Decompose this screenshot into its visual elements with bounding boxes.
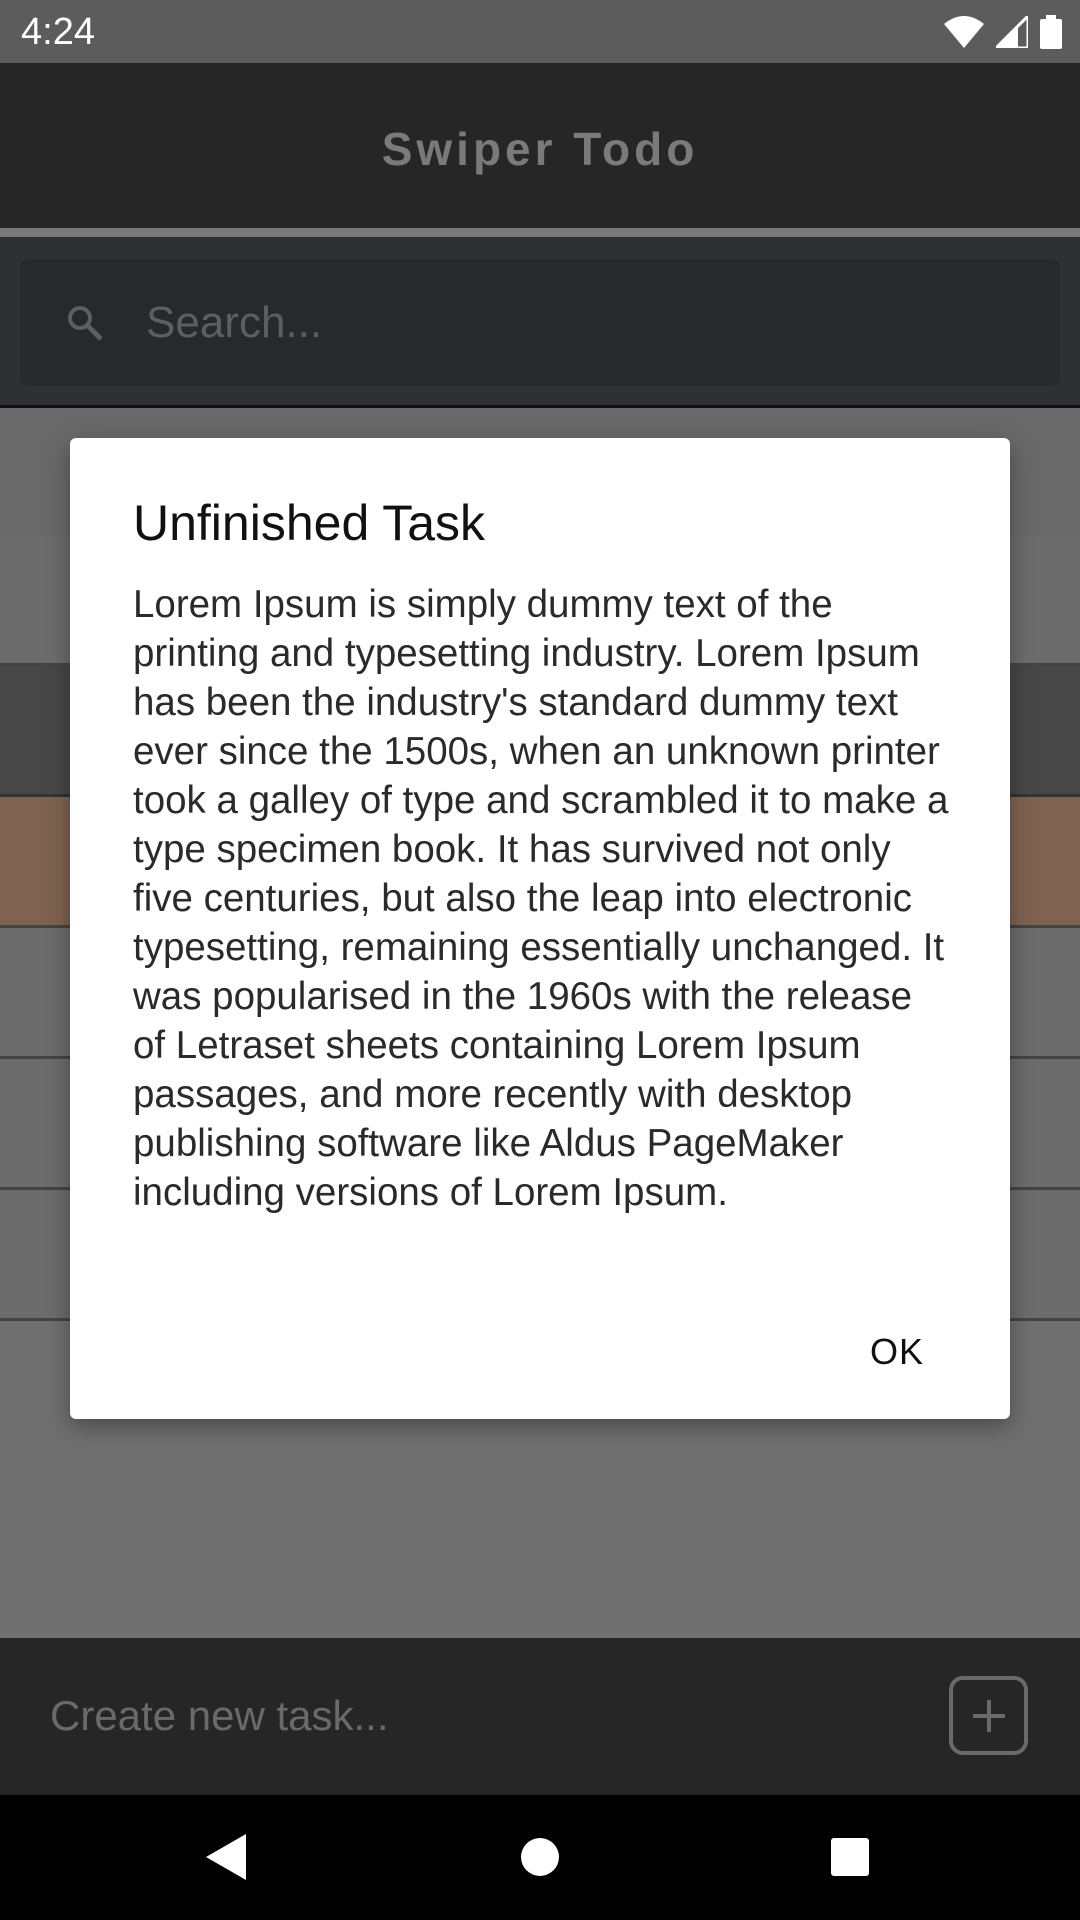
home-icon [521,1838,559,1876]
add-task-button[interactable] [949,1676,1028,1755]
dialog-message: Lorem Ipsum is simply dummy text of the … [133,583,949,1214]
battery-icon [1040,15,1062,49]
recents-button[interactable] [820,1827,880,1887]
plus-icon [972,1699,1005,1732]
wifi-icon [944,16,984,48]
search-input[interactable] [146,289,1026,357]
back-button[interactable] [196,1827,256,1887]
navigation-bar [0,1795,1080,1920]
search-box[interactable] [20,259,1060,386]
search-icon [68,306,103,341]
home-button[interactable] [510,1827,570,1887]
new-task-bar [0,1638,1080,1795]
status-icons [944,13,1062,51]
unfinished-task-dialog: Unfinished Task Lorem Ipsum is simply du… [70,438,1010,1419]
signal-icon [996,16,1028,48]
app-title: Swiper Todo [381,123,699,175]
app-bar: Swiper Todo [0,63,1080,228]
status-bar: 4:24 [0,0,1080,63]
dialog-title: Unfinished Task [133,495,486,551]
ok-button[interactable]: OK [852,1317,942,1387]
new-task-input[interactable] [50,1678,870,1754]
back-icon [206,1834,246,1880]
search-area [0,237,1080,408]
app-bar-divider [0,228,1080,237]
recents-icon [831,1838,869,1876]
status-time: 4:24 [21,11,95,53]
